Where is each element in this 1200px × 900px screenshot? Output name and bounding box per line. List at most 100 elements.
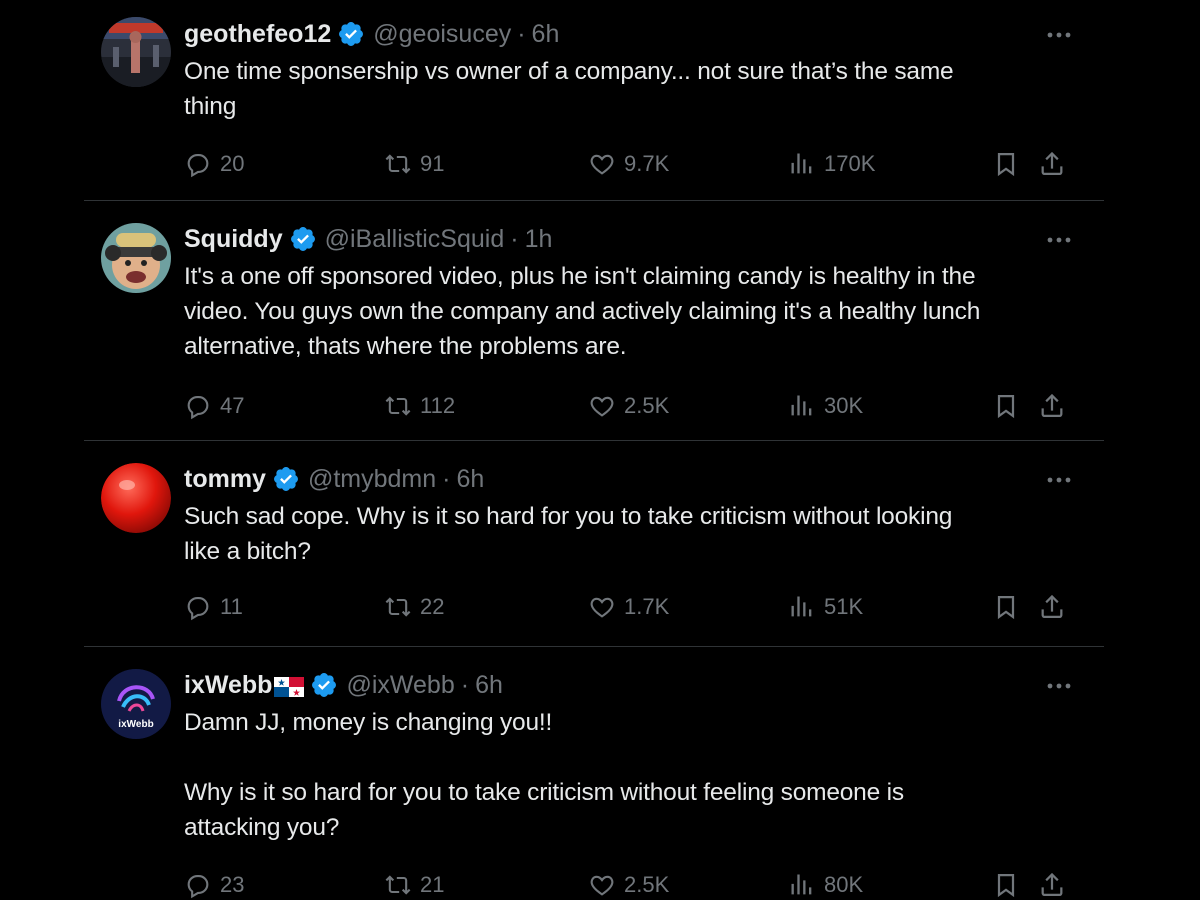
verified-icon [337, 20, 365, 48]
reply-icon [187, 596, 209, 621]
retweet-count: 91 [420, 151, 445, 176]
avatar[interactable] [101, 223, 171, 293]
timestamp[interactable]: 6h [456, 465, 484, 494]
views-count: 30K [824, 393, 864, 418]
share-icon [1041, 151, 1063, 176]
more-icon[interactable] [1044, 20, 1074, 50]
retweet-button[interactable]: 112 [384, 386, 455, 426]
reply-button[interactable]: 23 [184, 865, 244, 900]
action-bar: 11 22 1.7K 51K [184, 587, 1074, 627]
share-icon [1041, 393, 1063, 418]
retweet-button[interactable]: 91 [384, 144, 444, 184]
display-name[interactable]: tommy [184, 465, 266, 494]
like-button[interactable]: 2.5K [588, 386, 669, 426]
retweet-button[interactable]: 21 [384, 865, 444, 900]
views-button[interactable]: 51K [788, 587, 863, 627]
views-button[interactable]: 80K [788, 865, 863, 900]
retweet-count: 21 [420, 872, 445, 897]
action-bar: 47 112 2.5K 30K [184, 386, 1074, 426]
views-button[interactable]: 30K [788, 386, 863, 426]
bookmark-button[interactable] [992, 865, 1020, 900]
views-icon [791, 153, 812, 174]
reply-button[interactable]: 11 [184, 587, 243, 627]
display-name[interactable]: Squiddy [184, 225, 283, 254]
separator-dot: · [460, 670, 470, 699]
more-icon[interactable] [1044, 671, 1074, 701]
more-icon[interactable] [1044, 225, 1074, 255]
bookmark-icon [997, 152, 1015, 177]
like-button[interactable]: 9.7K [588, 144, 669, 184]
views-count: 170K [824, 151, 876, 176]
handle[interactable]: @geoisucey [373, 20, 511, 49]
bookmark-icon [997, 595, 1015, 620]
tweet-header: ixWebb @ixWebb · 6h [184, 669, 1074, 701]
share-button[interactable] [1038, 587, 1066, 627]
reply-count: 23 [220, 872, 245, 897]
like-button[interactable]: 2.5K [588, 865, 669, 900]
avatar[interactable] [101, 17, 171, 87]
avatar-label: ixWebb [118, 719, 153, 730]
like-count: 2.5K [624, 872, 670, 897]
share-button[interactable] [1038, 144, 1066, 184]
like-count: 9.7K [624, 151, 670, 176]
retweet-count: 22 [420, 594, 445, 619]
separator-dot: · [442, 464, 451, 493]
views-icon [791, 596, 812, 617]
display-name[interactable]: geothefeo12 [184, 20, 331, 49]
separator-dot: · [510, 224, 519, 253]
retweet-icon [385, 597, 411, 617]
retweet-button[interactable]: 22 [384, 587, 444, 627]
share-button[interactable] [1038, 865, 1066, 900]
retweet-count: 112 [420, 393, 456, 418]
bookmark-button[interactable] [992, 144, 1020, 184]
action-bar: 20 91 9.7K 170K [184, 144, 1074, 184]
more-icon[interactable] [1044, 465, 1074, 495]
display-name[interactable]: ixWebb [184, 671, 272, 700]
like-icon [590, 396, 614, 417]
tweet-text: Damn JJ, money is changing you!! Why is … [184, 709, 904, 841]
tweet-text: It's a one off sponsored video, plus he … [184, 263, 981, 360]
views-count: 51K [824, 594, 864, 619]
reply-button[interactable]: 20 [184, 144, 244, 184]
bookmark-icon [997, 394, 1015, 419]
like-button[interactable]: 1.7K [588, 587, 669, 627]
action-bar: 23 21 2.5K 80K [184, 865, 1074, 900]
reply-icon [187, 874, 209, 899]
separator-dot: · [517, 19, 526, 48]
views-count: 80K [824, 872, 864, 897]
timestamp[interactable]: 6h [532, 20, 560, 49]
handle[interactable]: @ixWebb [346, 671, 454, 700]
bookmark-icon [997, 873, 1015, 898]
timestamp[interactable]: 6h [475, 671, 503, 700]
share-button[interactable] [1038, 386, 1066, 426]
retweet-icon [385, 154, 411, 174]
reply-count: 47 [220, 393, 245, 418]
verified-icon [289, 225, 317, 253]
share-icon [1041, 594, 1063, 619]
reply-feed: geothefeo12 @geoisucey · 6h One time spo… [84, 0, 1104, 900]
timestamp[interactable]: 1h [525, 225, 553, 254]
tweet-geothefeo12[interactable]: geothefeo12 @geoisucey · 6h One time spo… [84, 0, 1104, 201]
avatar[interactable] [101, 463, 171, 533]
tweet-ixwebb[interactable]: ixWebb ixWebb @ixWebb · 6h Damn JJ, mone… [84, 647, 1104, 900]
like-icon [590, 875, 614, 896]
bookmark-button[interactable] [992, 386, 1020, 426]
bookmark-button[interactable] [992, 587, 1020, 627]
tweet-tommy[interactable]: tommy @tmybdmn · 6h Such sad cope. Why i… [84, 441, 1104, 647]
avatar[interactable]: ixWebb [101, 669, 171, 739]
reply-count: 20 [220, 151, 245, 176]
tweet-header: geothefeo12 @geoisucey · 6h [184, 18, 1074, 50]
retweet-icon [385, 875, 411, 895]
panama-flag-icon [274, 675, 305, 697]
share-icon [1041, 872, 1063, 897]
views-button[interactable]: 170K [788, 144, 875, 184]
reply-button[interactable]: 47 [184, 386, 244, 426]
handle[interactable]: @iBallisticSquid [325, 225, 505, 254]
verified-icon [310, 671, 338, 699]
views-icon [791, 874, 812, 895]
handle[interactable]: @tmybdmn [308, 465, 436, 494]
like-icon [590, 597, 614, 618]
tweet-squiddy[interactable]: Squiddy @iBallisticSquid · 1h It's a one… [84, 201, 1104, 441]
like-icon [590, 154, 614, 175]
like-count: 1.7K [624, 594, 670, 619]
